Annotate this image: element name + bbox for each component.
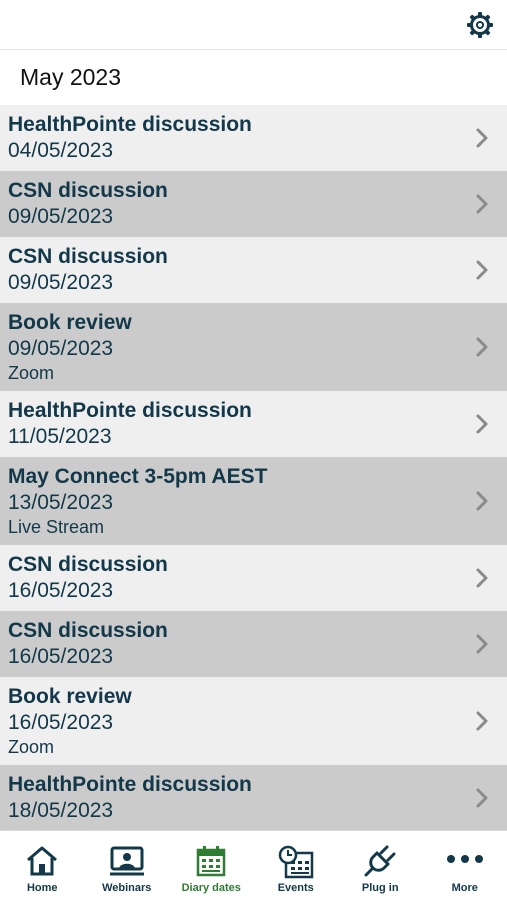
event-date: 09/05/2023: [8, 205, 114, 228]
list-item[interactable]: HealthPointe discussion 04/05/2023: [0, 105, 507, 171]
chevron-right-icon: [476, 128, 488, 148]
tab-label: Diary dates: [181, 882, 241, 894]
event-date: 04/05/2023: [8, 139, 114, 162]
list-item[interactable]: Book review 09/05/2023 Zoom: [0, 303, 507, 391]
chevron-right-icon: [476, 260, 488, 280]
list-item[interactable]: HealthPointe discussion 18/05/2023: [0, 765, 507, 830]
event-date: 09/05/2023: [8, 337, 114, 360]
event-location: Live Stream: [8, 517, 105, 537]
list-item[interactable]: HealthPointe discussion 11/05/2023: [0, 391, 507, 457]
tab-label: Plug in: [361, 882, 399, 894]
tab-label: More: [451, 882, 478, 894]
bottom-tab-bar: Home Webinars Diary dates Events Plug in More: [0, 830, 507, 900]
list-item[interactable]: CSN discussion 09/05/2023: [0, 171, 507, 237]
event-title: CSN discussion: [8, 553, 168, 576]
chevron-right-icon: [476, 711, 488, 731]
tab-label: Home: [26, 882, 58, 894]
calendar-icon: [197, 846, 226, 877]
home-icon: [27, 846, 58, 876]
tab-label: Webinars: [102, 882, 152, 894]
event-date: 16/05/2023: [8, 711, 114, 734]
event-date: 09/05/2023: [8, 271, 114, 294]
event-title: CSN discussion: [8, 245, 168, 268]
chevron-right-icon: [476, 634, 488, 654]
tab-events[interactable]: Events: [254, 831, 339, 900]
tab-diary-dates[interactable]: Diary dates: [169, 831, 254, 900]
chevron-right-icon: [476, 491, 488, 511]
webinar-icon: [109, 846, 144, 876]
tab-label: Events: [277, 882, 314, 894]
tab-more[interactable]: More: [423, 831, 507, 900]
list-item[interactable]: CSN discussion 09/05/2023: [0, 237, 507, 303]
list-item[interactable]: May Connect 3-5pm AEST 13/05/2023 Live Str…: [0, 457, 507, 545]
event-title: Book review: [8, 685, 132, 708]
event-title: CSN discussion: [8, 179, 168, 202]
tab-webinars[interactable]: Webinars: [85, 831, 170, 900]
event-title: HealthPointe discussion: [8, 773, 252, 796]
tab-plug-in[interactable]: Plug in: [338, 831, 423, 900]
list-item[interactable]: Book review 16/05/2023 Zoom: [0, 677, 507, 765]
event-date: 13/05/2023: [8, 491, 114, 514]
events-calendar-clock-icon: [278, 845, 313, 879]
month-label: May 2023: [20, 64, 122, 90]
event-location: Zoom: [8, 737, 55, 757]
plug-icon: [364, 845, 396, 877]
chevron-right-icon: [476, 414, 488, 434]
event-date: 16/05/2023: [8, 645, 114, 668]
event-location: Zoom: [8, 363, 55, 383]
event-title: HealthPointe discussion: [8, 399, 252, 422]
tab-home[interactable]: Home: [0, 831, 85, 900]
month-header: May 2023: [0, 50, 507, 105]
event-title: CSN discussion: [8, 619, 168, 642]
more-dots-icon: [446, 855, 483, 863]
event-date: 11/05/2023: [8, 425, 112, 448]
top-bar: [0, 0, 507, 50]
gear-icon[interactable]: [465, 10, 495, 40]
event-title: Book review: [8, 311, 132, 334]
event-title: May Connect 3-5pm AEST: [8, 465, 268, 488]
chevron-right-icon: [476, 194, 488, 214]
list-item[interactable]: CSN discussion 16/05/2023: [0, 611, 507, 677]
chevron-right-icon: [476, 337, 488, 357]
event-date: 16/05/2023: [8, 579, 114, 602]
list-item[interactable]: CSN discussion 16/05/2023: [0, 545, 507, 611]
chevron-right-icon: [476, 788, 488, 808]
event-date: 18/05/2023: [8, 799, 114, 822]
event-title: HealthPointe discussion: [8, 113, 252, 136]
event-list: HealthPointe discussion 04/05/2023 CSN dis…: [0, 105, 507, 830]
chevron-right-icon: [476, 568, 488, 588]
